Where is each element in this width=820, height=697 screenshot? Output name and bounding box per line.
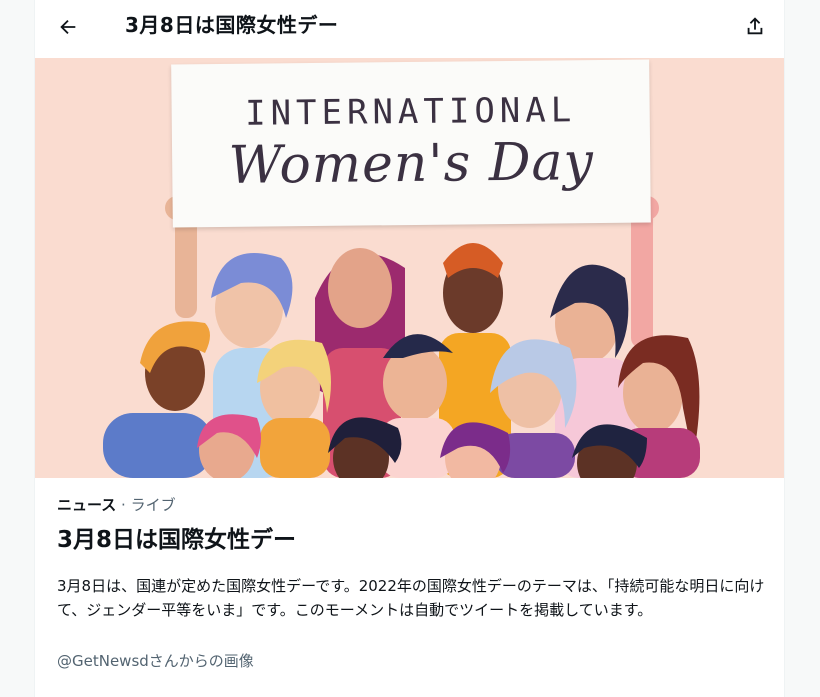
- moment-panel: 3月8日は国際女性デー INTERNATIONAL Women's Day ニュ…: [34, 0, 785, 697]
- image-credit[interactable]: @GetNewsdさんからの画像: [57, 650, 254, 671]
- meta-separator: ·: [116, 496, 131, 514]
- top-bar: 3月8日は国際女性デー: [35, 0, 784, 53]
- hero-image[interactable]: INTERNATIONAL Women's Day: [35, 58, 784, 478]
- event-description: 3月8日は、国連が定めた国際女性デーです。2022年の国際女性デーのテーマは、「…: [57, 577, 765, 619]
- page-title: 3月8日は国際女性デー: [125, 13, 339, 37]
- back-button[interactable]: [52, 11, 84, 43]
- arrow-left-icon: [60, 19, 76, 35]
- event-category[interactable]: ニュース: [57, 496, 116, 514]
- event-headline: 3月8日は国際女性デー: [57, 527, 297, 553]
- banner-line-international: INTERNATIONAL: [244, 90, 577, 134]
- event-subcategory: ライブ: [130, 496, 176, 514]
- event-meta: ニュース · ライブ: [57, 494, 176, 515]
- banner-line-womens-day: Women's Day: [228, 132, 595, 196]
- share-upload-icon: [747, 17, 763, 35]
- womens-day-banner: INTERNATIONAL Women's Day: [171, 59, 651, 228]
- share-button[interactable]: [738, 9, 772, 43]
